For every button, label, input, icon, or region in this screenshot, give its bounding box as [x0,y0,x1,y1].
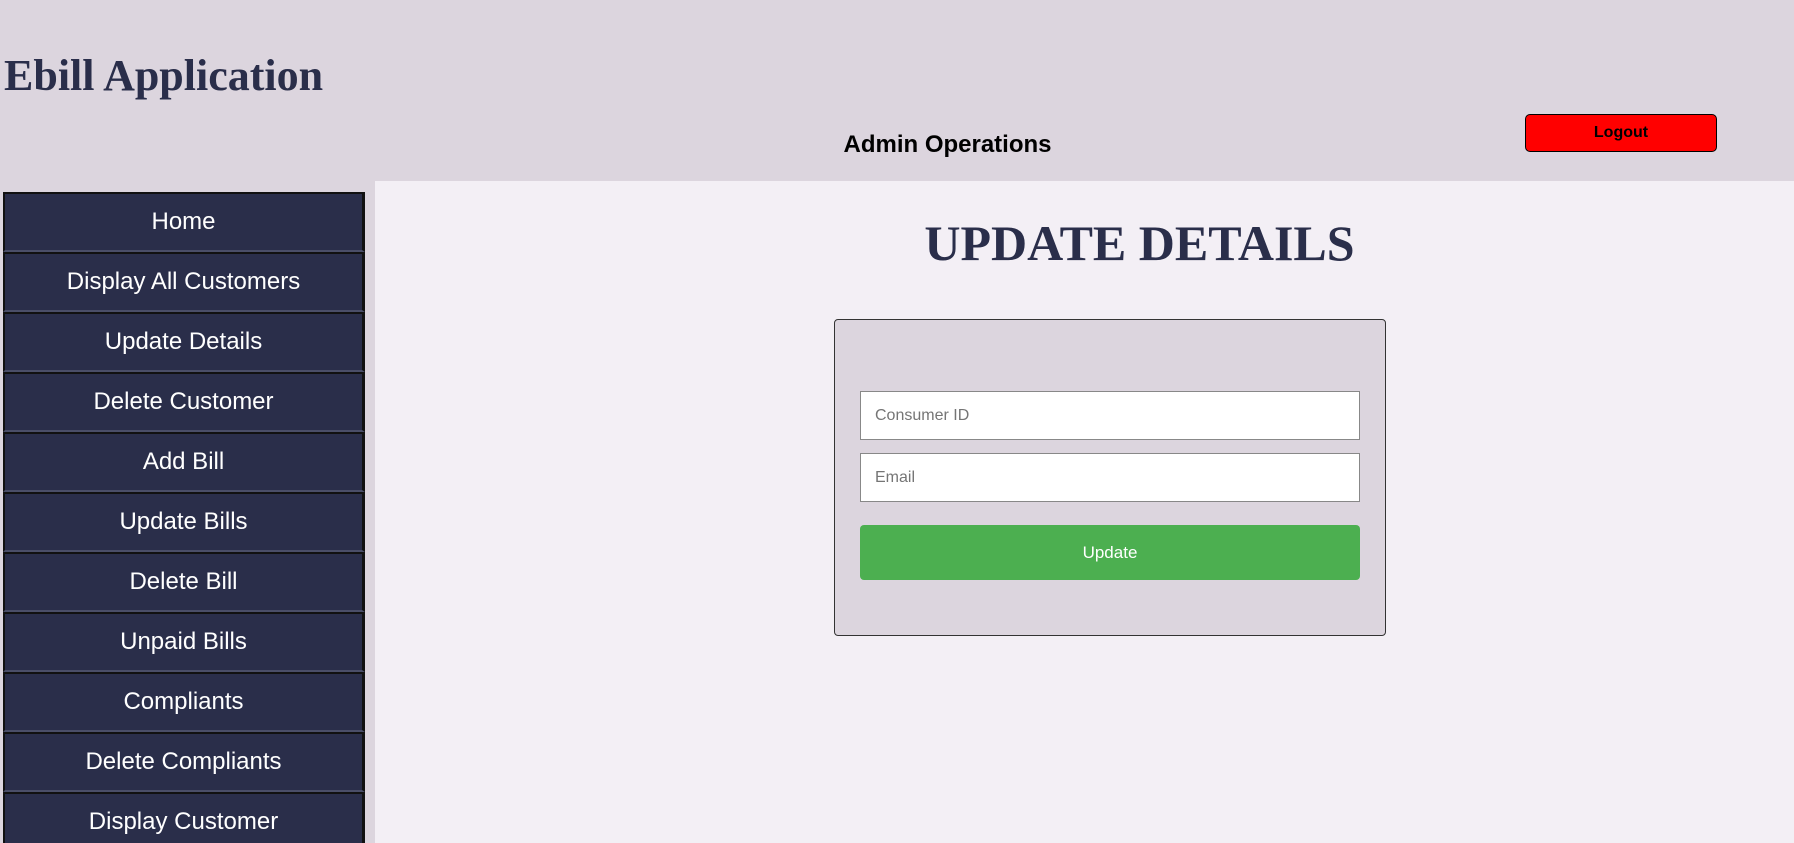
page-title: UPDATE DETAILS [924,215,1355,271]
section-title: Admin Operations [843,131,1052,158]
sidebar-item-display-customer[interactable]: Display Customer [3,792,365,843]
main-content: UPDATE DETAILS Update [375,181,1794,843]
app-root: Ebill Application Admin Operations Logou… [0,0,1794,843]
sidebar-item-update-details[interactable]: Update Details [3,312,365,372]
sidebar-item-delete-customer[interactable]: Delete Customer [3,372,365,432]
sidebar-item-update-bills[interactable]: Update Bills [3,492,365,552]
app-title: Ebill Application [4,51,324,100]
sidebar-item-home[interactable]: Home [3,192,365,252]
sidebar-item-delete-bill[interactable]: Delete Bill [3,552,365,612]
sidebar-item-delete-complaints[interactable]: Delete Compliants [3,732,365,792]
header: Ebill Application Admin Operations Logou… [0,0,1794,181]
sidebar-item-add-bill[interactable]: Add Bill [3,432,365,492]
logout-button[interactable]: Logout [1525,114,1717,152]
update-button[interactable]: Update [860,525,1360,580]
sidebar-nav: Home Display All Customers Update Detail… [3,192,365,843]
sidebar-item-display-all-customers[interactable]: Display All Customers [3,252,365,312]
sidebar-item-unpaid-bills[interactable]: Unpaid Bills [3,612,365,672]
update-details-form: Update [834,319,1386,636]
email-input[interactable] [860,453,1360,502]
sidebar-item-complaints[interactable]: Compliants [3,672,365,732]
consumer-id-input[interactable] [860,391,1360,440]
